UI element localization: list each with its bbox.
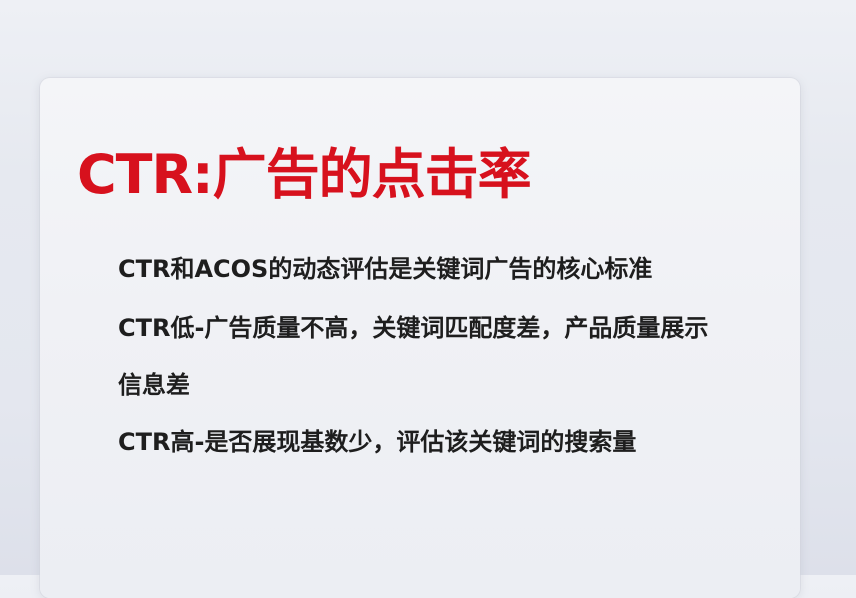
bullet-line-3: CTR高-是否展现基数少，评估该关键词的搜索量: [118, 428, 637, 456]
bullet-line-2-continued: 信息差: [118, 371, 190, 399]
bullet-line-2: CTR低-广告质量不高，关键词匹配度差，产品质量展示: [118, 314, 709, 342]
bullet-line-1: CTR和ACOS的动态评估是关键词广告的核心标准: [118, 255, 653, 283]
slide-title: CTR:广告的点击率: [77, 143, 532, 206]
